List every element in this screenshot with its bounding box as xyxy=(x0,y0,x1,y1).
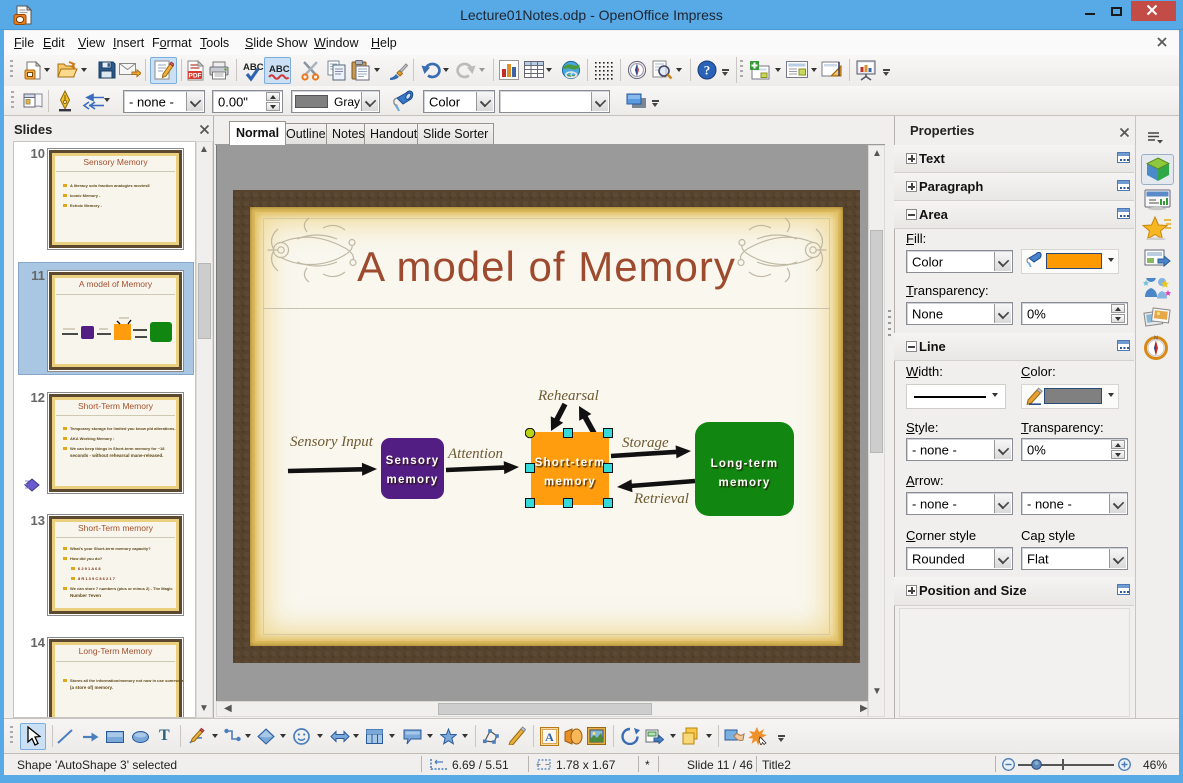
svg-text:A: A xyxy=(545,730,554,744)
svg-text:ABC: ABC xyxy=(269,64,290,75)
svg-text:PDF: PDF xyxy=(189,72,202,79)
svg-text:?: ? xyxy=(704,63,711,78)
svg-text:N: N xyxy=(1154,336,1158,342)
svg-text:ABC: ABC xyxy=(243,62,264,73)
